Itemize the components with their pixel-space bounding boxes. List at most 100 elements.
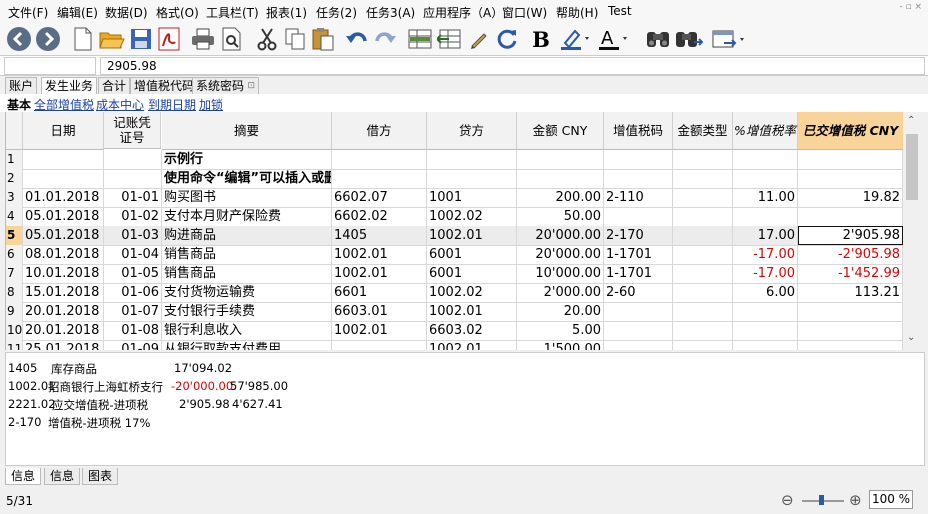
find-icon[interactable] [644,25,672,53]
cell-vat-rate[interactable] [733,321,798,340]
cell-debit[interactable]: 1002.01 [332,264,427,283]
table-row[interactable]: 10 20.01.2018 01-08 银行利息收入 1002.01 6603.02 5.0… [6,321,903,341]
column-header-vat-code[interactable]: 增值税码 [604,112,673,150]
cell-date[interactable]: 05.01.2018 [23,226,104,245]
cell-amount-type[interactable] [673,302,733,321]
cell-date[interactable] [23,150,104,169]
cell-amount[interactable]: 20'000.00 [517,226,604,245]
paste-icon[interactable] [310,25,336,53]
font-color-icon[interactable]: A [596,25,630,53]
cell-amount[interactable]: 1'500.00 [517,340,604,350]
cell-credit[interactable]: 1002.01 [427,302,517,321]
cell-credit[interactable]: 6001 [427,245,517,264]
delete-row-icon[interactable] [436,25,464,53]
save-icon[interactable] [128,25,154,53]
cell-debit[interactable]: 1002.01 [332,321,427,340]
cell-amount[interactable]: 50.00 [517,207,604,226]
cell-credit[interactable]: 1002.01 [427,340,517,350]
cell-vat-rate[interactable]: 11.00 [733,188,798,207]
insert-row-icon[interactable] [407,25,435,53]
pdf-icon[interactable] [156,25,182,53]
menu-apps[interactable]: 应用程序（A） [423,4,503,21]
cell-vat-rate[interactable]: -17.00 [733,245,798,264]
cell-vat-cny[interactable] [798,207,903,226]
cell-vat-rate[interactable] [733,169,798,188]
cell-credit[interactable]: 1002.02 [427,207,517,226]
menu-file[interactable]: 文件(F) [8,4,48,21]
zoom-in-icon[interactable]: ⊕ [849,491,862,509]
cell-vat-cny[interactable]: -2'905.98 [798,245,903,264]
cell-vat-rate[interactable] [733,302,798,321]
cell-vat-cny[interactable]: 19.82 [798,188,903,207]
cell-debit[interactable]: 6602.07 [332,188,427,207]
cell-description[interactable]: 银行利息收入 [162,321,332,340]
cell-credit[interactable]: 6603.02 [427,321,517,340]
cell-doc[interactable] [104,150,162,169]
table-row[interactable]: 6 08.01.2018 01-04 销售商品 1002.01 6001 20'000.00… [6,245,903,265]
cell-debit[interactable]: 6602.02 [332,207,427,226]
cell-description[interactable]: 示例行 [162,150,332,169]
cell-vat-code[interactable] [604,302,673,321]
table-row[interactable]: 9 20.01.2018 01-07 支付银行手续费 6603.01 1002.01 20.… [6,302,903,322]
print-icon[interactable] [190,25,216,53]
cell-description[interactable]: 购买图书 [162,188,332,207]
cell-doc[interactable]: 01-05 [104,264,162,283]
view-base[interactable]: 基本 [7,96,31,113]
cell-date[interactable]: 01.01.2018 [23,188,104,207]
cell-vat-rate[interactable]: 6.00 [733,283,798,302]
cell-amount-type[interactable] [673,321,733,340]
cell-debit[interactable] [332,340,427,350]
cell-amount[interactable]: 200.00 [517,188,604,207]
cell-date[interactable]: 10.01.2018 [23,264,104,283]
cell-amount[interactable]: 20.00 [517,302,604,321]
cell-description[interactable]: 支付货物运输费 [162,283,332,302]
zoom-out-icon[interactable]: ⊖ [781,491,794,509]
scroll-down-icon[interactable]: ⌄ [907,332,915,343]
cell-amount[interactable]: 5.00 [517,321,604,340]
cell-amount-type[interactable] [673,226,733,245]
window-icon[interactable] [710,25,748,53]
highlight-icon[interactable] [558,25,592,53]
column-header-amount-type[interactable]: 金额类型 [673,112,733,150]
zoom-level[interactable]: 100 % [869,490,913,509]
column-header-credit[interactable]: 贷方 [427,112,517,150]
tab-close-icon[interactable]: ⊡ [247,78,255,95]
cell-vat-code[interactable] [604,150,673,169]
cell-amount[interactable]: 2'000.00 [517,283,604,302]
zoom-slider-thumb[interactable] [819,495,824,505]
column-header-date[interactable]: 日期 [23,112,104,150]
cell-vat-code[interactable] [604,321,673,340]
cell-vat-rate[interactable] [733,150,798,169]
cell-doc[interactable]: 01-03 [104,226,162,245]
tab-transactions[interactable]: 发生业务 [41,77,98,95]
cell-vat-cny[interactable] [798,169,903,188]
menu-format[interactable]: 格式(O) [156,4,199,21]
column-header-doc[interactable]: 记账凭证号 [104,112,161,149]
table-row[interactable]: 5 05.01.2018 01-03 购进商品 1405 1002.01 20'000.00… [6,226,903,246]
cell-amount[interactable] [517,150,604,169]
cell-reference-field[interactable] [4,57,96,75]
cell-doc[interactable]: 01-09 [104,340,162,350]
scrollbar-thumb[interactable] [906,134,918,200]
cell-amount-type[interactable] [673,188,733,207]
table-row[interactable]: 11 25.01.2018 01-09 从银行取款支付费用 1002.01 1'500.0… [6,340,903,350]
menu-test[interactable]: Test [608,4,632,18]
cell-description[interactable]: 支付本月财产保险费 [162,207,332,226]
cell-date[interactable]: 20.01.2018 [23,302,104,321]
copy-icon[interactable] [282,25,308,53]
cell-doc[interactable]: 01-06 [104,283,162,302]
cell-date[interactable]: 08.01.2018 [23,245,104,264]
scroll-up-icon[interactable]: ⌃ [907,115,915,126]
cell-amount-type[interactable] [673,169,733,188]
table-row[interactable]: 2 使用命令“编辑”可以插入或删 [6,169,903,189]
cell-amount-type[interactable] [673,245,733,264]
cell-description[interactable]: 销售商品 [162,264,332,283]
cell-doc[interactable]: 01-02 [104,207,162,226]
menu-edit[interactable]: 编辑(E) [57,4,98,21]
cell-vat-code[interactable]: 2-170 [604,226,673,245]
find-next-icon[interactable] [674,25,704,53]
cell-amount-type[interactable] [673,283,733,302]
view-lock[interactable]: 加锁 [199,96,223,113]
view-due-date[interactable]: 到期日期 [148,96,196,113]
cell-vat-code[interactable] [604,169,673,188]
